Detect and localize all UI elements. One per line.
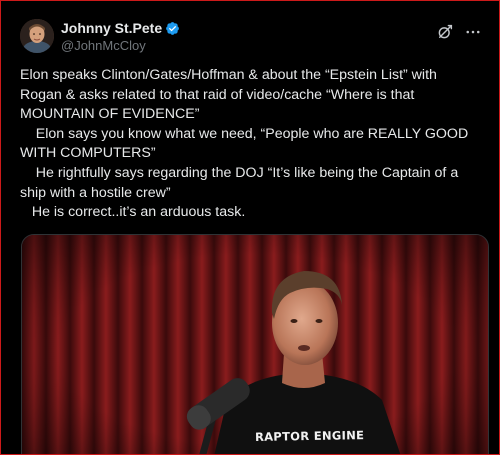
tweet-header: Johnny St.Pete @JohnMcCloy (20, 19, 482, 59)
author-handle[interactable]: @JohnMcCloy (61, 38, 180, 53)
author-display-name[interactable]: Johnny St.Pete (61, 20, 162, 36)
grok-icon[interactable] (436, 23, 454, 41)
avatar[interactable] (20, 19, 54, 53)
author-block: Johnny St.Pete @JohnMcCloy (61, 19, 180, 53)
media-picture (22, 235, 488, 454)
shirt-text: RAPTOR ENGINE (254, 428, 365, 444)
window-frame: Johnny St.Pete @JohnMcCloy Elon speaks C… (0, 0, 500, 455)
header-actions (436, 23, 482, 41)
avatar-image (20, 19, 54, 53)
verified-badge-icon (165, 21, 180, 36)
tweet-media-image[interactable] (21, 234, 489, 454)
tweet-text: Elon speaks Clinton/Gates/Hoffman & abou… (20, 67, 469, 221)
more-icon[interactable] (464, 23, 482, 41)
